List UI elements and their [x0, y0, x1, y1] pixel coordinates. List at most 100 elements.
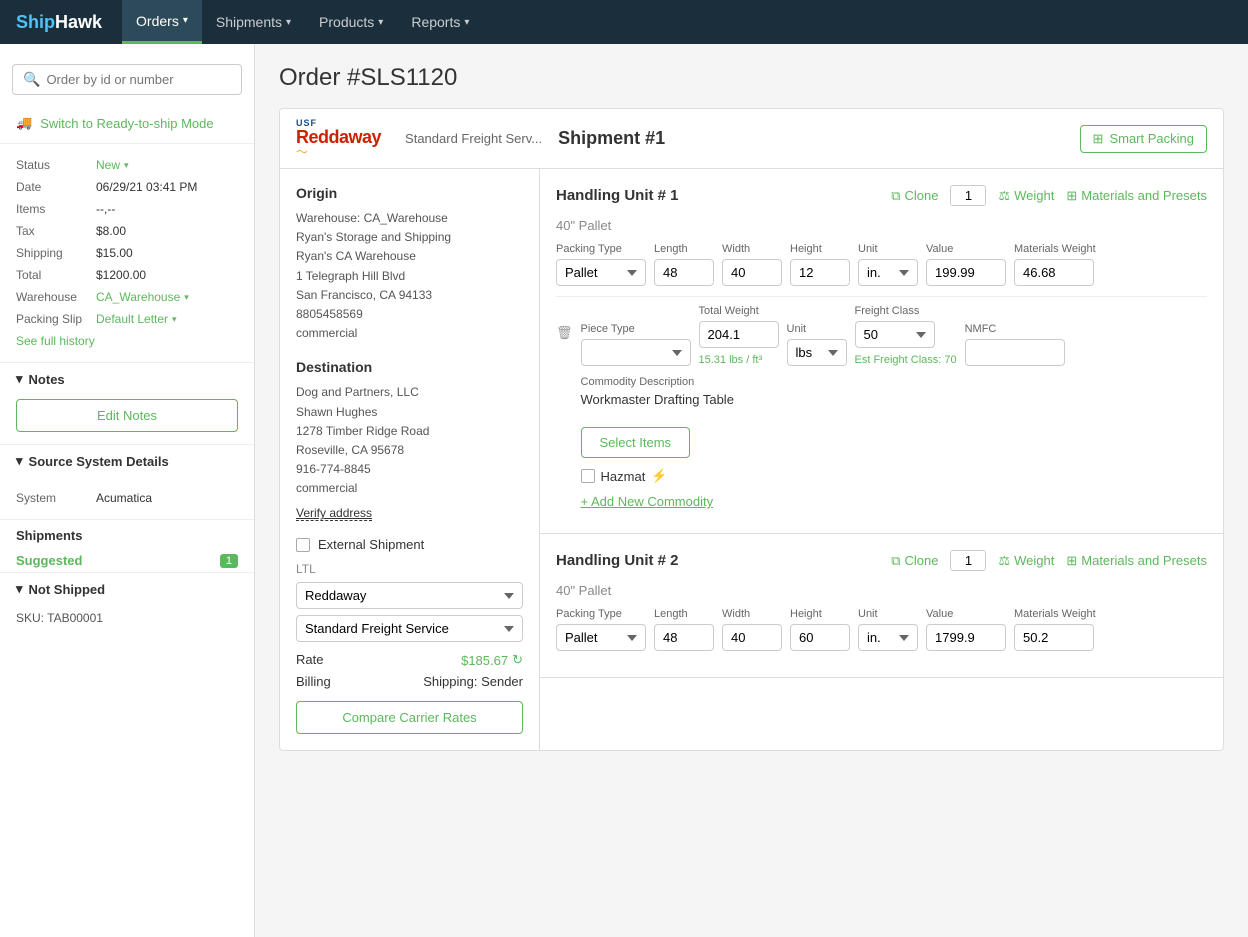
hu2-length-input[interactable] [654, 624, 714, 651]
piece-type-group: Piece Type [581, 323, 691, 366]
hu2-dimensions-row: Packing Type Pallet Length Width [556, 608, 1207, 651]
origin-section: Origin Warehouse: CA_Warehouse Ryan's St… [296, 185, 523, 343]
hazmat-checkbox[interactable] [581, 469, 595, 483]
status-chevron-icon: ▾ [124, 160, 129, 171]
nav-orders[interactable]: Orders ▾ [122, 0, 202, 44]
hu1-height-input[interactable] [790, 259, 850, 286]
destination-title: Destination [296, 359, 523, 375]
hu1-packing-type-select[interactable]: Pallet [556, 259, 646, 286]
materials-icon: ⊞ [1066, 188, 1077, 204]
hu1-length-input[interactable] [654, 259, 714, 286]
nav-products[interactable]: Products ▾ [305, 0, 397, 44]
warehouse-chevron-icon: ▾ [184, 292, 189, 303]
source-section-header[interactable]: ▾ Source System Details [0, 444, 254, 477]
dest-type: commercial [296, 479, 523, 498]
sidebar: 🔍 🚚 Switch to Ready-to-ship Mode Status … [0, 44, 255, 937]
service-select[interactable]: Standard Freight Service [296, 615, 523, 642]
verify-address-link[interactable]: Verify address [296, 506, 372, 521]
hu1-clone-button[interactable]: ⧉ Clone [891, 188, 938, 204]
hu2-count-input[interactable] [950, 550, 986, 571]
hu2-weight-button[interactable]: ⚖ Weight [998, 553, 1054, 569]
external-shipment-checkbox[interactable] [296, 538, 310, 552]
hu1-unit2-select[interactable]: lbs [787, 339, 847, 366]
hu2-width-group: Width [722, 608, 782, 651]
status-value[interactable]: New ▾ [96, 158, 129, 172]
not-shipped-header[interactable]: ▾ Not Shipped [0, 572, 254, 605]
top-nav: ShipHawk Orders ▾ Shipments ▾ Products ▾… [0, 0, 1248, 44]
hu2-height-group: Height [790, 608, 850, 651]
shipment-number: Shipment #1 [558, 128, 665, 149]
hu1-header: Handling Unit # 1 ⧉ Clone ⚖ Weight [556, 185, 1207, 206]
packing-type-group: Packing Type Pallet [556, 243, 646, 286]
nav-reports[interactable]: Reports ▾ [397, 0, 483, 44]
hu2-clone-button[interactable]: ⧉ Clone [891, 553, 938, 569]
hu1-count-input[interactable] [950, 185, 986, 206]
rate-row: Rate $185.67 ↻ [296, 652, 523, 668]
warehouse-value[interactable]: CA_Warehouse ▾ [96, 290, 189, 304]
commodity-desc-value: Workmaster Drafting Table [581, 392, 1207, 407]
hu2-unit-select[interactable]: in. [858, 624, 918, 651]
hu2-materials-button[interactable]: ⊞ Materials and Presets [1066, 553, 1207, 569]
search-input[interactable] [46, 72, 231, 87]
logo-ship: Ship [16, 12, 55, 33]
ready-ship-link[interactable]: 🚚 Switch to Ready-to-ship Mode [16, 115, 238, 131]
origin-warehouse: Warehouse: CA_Warehouse [296, 209, 523, 228]
hu1-unit-select[interactable]: in. [858, 259, 918, 286]
products-chevron-icon: ▾ [378, 17, 383, 28]
hu2-width-input[interactable] [722, 624, 782, 651]
refresh-icon[interactable]: ↻ [512, 652, 523, 668]
hu2-packing-type-select[interactable]: Pallet [556, 624, 646, 651]
nav-shipments[interactable]: Shipments ▾ [202, 0, 305, 44]
select-items-button[interactable]: Select Items [581, 427, 691, 458]
hu1-freight-class-select[interactable]: 50 [855, 321, 935, 348]
unit-group: Unit in. [858, 243, 918, 286]
packing-chevron-icon: ▾ [172, 314, 177, 325]
search-box[interactable]: 🔍 [12, 64, 242, 95]
destination-section: Destination Dog and Partners, LLC Shawn … [296, 359, 523, 521]
hu2-height-input[interactable] [790, 624, 850, 651]
hu1-piece-type-select[interactable] [581, 339, 691, 366]
hu2-materials-weight-input[interactable] [1014, 624, 1094, 651]
hu2-materials-weight-group: Materials Weight [1014, 608, 1096, 651]
hu1-materials-button[interactable]: ⊞ Materials and Presets [1066, 188, 1207, 204]
smart-packing-button[interactable]: ⊞ Smart Packing [1080, 125, 1207, 153]
hu1-actions: ⧉ Clone ⚖ Weight ⊞ Materi [891, 185, 1207, 206]
hu2-value-input[interactable] [926, 624, 1006, 651]
add-commodity-link[interactable]: + Add New Commodity [581, 494, 714, 509]
dest-city-state: Roseville, CA 95678 [296, 441, 523, 460]
packing-value[interactable]: Default Letter ▾ [96, 312, 177, 326]
commodity-desc-row: Commodity Description Workmaster Draftin… [581, 376, 1207, 407]
rate-value: $185.67 ↻ [461, 652, 523, 668]
handling-unit-2: Handling Unit # 2 ⧉ Clone ⚖ Weight [540, 534, 1223, 678]
hu1-total-weight-input[interactable] [699, 321, 779, 348]
dest-company: Dog and Partners, LLC [296, 383, 523, 402]
source-details: System Acumatica [0, 477, 254, 519]
origin-company: Ryan's Storage and Shipping [296, 228, 523, 247]
compare-rates-button[interactable]: Compare Carrier Rates [296, 701, 523, 734]
main-content: Order #SLS1120 USF Reddaway 〜 Standard F… [255, 44, 1248, 937]
hu2-length-group: Length [654, 608, 714, 651]
origin-destination-col: Origin Warehouse: CA_Warehouse Ryan's St… [280, 169, 540, 750]
hu1-materials-weight-input[interactable] [1014, 259, 1094, 286]
hu1-width-input[interactable] [722, 259, 782, 286]
unit2-group: Unit lbs [787, 323, 847, 366]
notes-chevron-icon: ▾ [16, 371, 23, 387]
est-freight-class: Est Freight Class: 70 [855, 354, 957, 366]
width-group: Width [722, 243, 782, 286]
hu1-value-input[interactable] [926, 259, 1006, 286]
edit-notes-button[interactable]: Edit Notes [16, 399, 238, 432]
notes-section-header[interactable]: ▾ Notes [0, 362, 254, 395]
handling-units-col: Handling Unit # 1 ⧉ Clone ⚖ Weight [540, 169, 1223, 750]
full-history-link[interactable]: See full history [16, 330, 238, 352]
truck-icon: 🚚 [16, 115, 32, 131]
trash-icon[interactable]: 🗑 [556, 325, 573, 341]
smart-packing-icon: ⊞ [1093, 131, 1104, 147]
hu1-weight-button[interactable]: ⚖ Weight [998, 188, 1054, 204]
carrier-select[interactable]: Reddaway [296, 582, 523, 609]
commodity-fields-row: Piece Type Total Weight 15.31 lbs / [581, 305, 1207, 366]
hu2-header: Handling Unit # 2 ⧉ Clone ⚖ Weight [556, 550, 1207, 571]
warehouse-row: Warehouse CA_Warehouse ▾ [16, 286, 238, 308]
ltl-section: LTL Reddaway Standard Freight Service Ra… [296, 562, 523, 734]
hu1-nmfc-input[interactable] [965, 339, 1065, 366]
dest-name: Shawn Hughes [296, 403, 523, 422]
